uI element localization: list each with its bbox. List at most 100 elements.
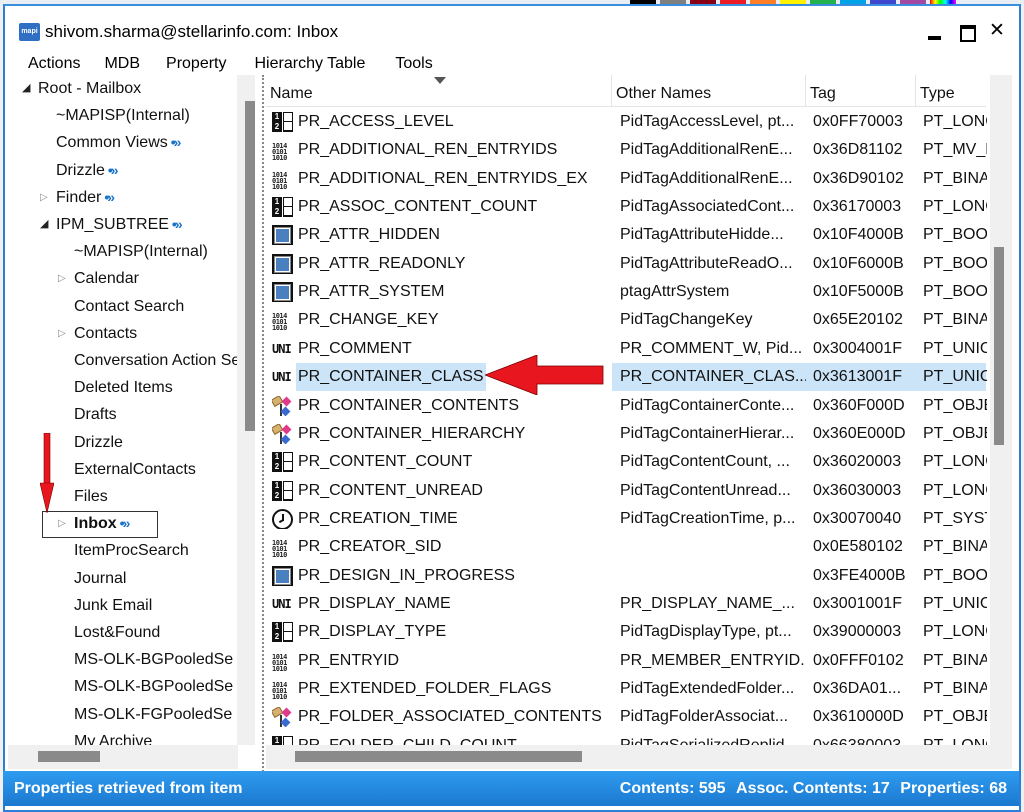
type-cell-text: PT_UNICODE <box>923 368 987 386</box>
list-horizontal-scroll-thumb[interactable] <box>295 751 582 762</box>
property-name-cell: PR_CONTAINER_HIERARCHY <box>296 420 612 448</box>
table-row[interactable]: 1 2 PR_ASSOC_CONTENT_COUNT PidTagAssociated… <box>266 193 987 221</box>
maximize-button[interactable] <box>953 18 981 44</box>
table-row[interactable]: PR_DESIGN_IN_PROGRESS 0x3FE4000B PT_BOOLEA… <box>266 562 987 590</box>
table-row[interactable]: 1 2 PR_CONTENT_COUNT PidTagContentCount, ..… <box>266 448 987 476</box>
long-property-icon: 12 <box>272 622 294 643</box>
table-row[interactable]: 12PR_FOLDER_CHILD_COUNT PidTagSerializedR… <box>266 732 987 745</box>
table-row[interactable]: UNI PR_DISPLAY_NAME PR_DISPLAY_NAME_... 0x3… <box>266 590 987 618</box>
tree-item-label: MS-OLK-FGPooledSe <box>74 701 232 728</box>
list-vertical-scroll-thumb[interactable] <box>994 247 1004 445</box>
boolean-property-icon <box>272 225 294 246</box>
type-cell-text: PT_LONG <box>923 737 987 745</box>
table-row[interactable]: PR_ATTR_HIDDEN PidTagAttributeHidde... 0x1… <box>266 221 987 249</box>
title-bar: mapi shivom.sharma@stellarinfo.com: Inbo… <box>5 6 1019 48</box>
table-row[interactable]: 1014 0101 1010 PR_ADDITIONAL_REN_ENTRYIDS_E… <box>266 165 987 193</box>
tree-item-label: Junk Email <box>74 592 152 619</box>
tree-item-label: Journal <box>74 565 126 592</box>
other-names-cell-text: PidTagContainerHierar... <box>620 424 795 442</box>
table-row[interactable]: PR_ATTR_READONLY PidTagAttributeReadO... 0… <box>266 250 987 278</box>
type-cell: PT_BOOLEAN <box>923 562 987 590</box>
folder-tree[interactable]: ◢ Root - Mailbox ~MAPISP(Internal) Common V… <box>8 73 255 745</box>
tree-item-text: Journal <box>74 569 127 587</box>
tree-item-text: Conversation Action Settings <box>74 352 255 369</box>
unicode-property-icon: UNI <box>272 596 292 611</box>
table-row[interactable]: 1 2 PR_CONTENT_UNREAD PidTagContentUnread..… <box>266 477 987 505</box>
table-row[interactable]: PR_CONTAINER_CONTENTS PidTagContainerCont… <box>266 392 987 420</box>
collapsed-toggle-icon[interactable]: ▷ <box>40 184 48 211</box>
table-row[interactable]: PR_CREATION_TIME PidTagCreationTime, p...… <box>266 505 987 533</box>
other-names-cell: PidTagAttributeReadO... <box>620 250 806 278</box>
tree-item-label: Lost&Found <box>74 619 160 646</box>
table-row[interactable]: 1014 0101 1010 PR_ADDITIONAL_REN_ENTRYIDS Pi… <box>266 136 987 164</box>
other-names-cell-text: PidTagAttributeHidde... <box>620 226 784 244</box>
tree-horizontal-scroll-thumb[interactable] <box>38 751 100 762</box>
table-row[interactable]: 1014 0101 1010 PR_CREATOR_SID 0x0E580102 PT_B… <box>266 533 987 561</box>
property-name-cell-text: PR_COMMENT <box>298 339 412 357</box>
other-names-cell-text: ptagAttrSystem <box>620 283 730 301</box>
table-row[interactable]: PR_ATTR_SYSTEM ptagAttrSystem 0x10F5000B PT… <box>266 278 987 306</box>
expanded-toggle-icon[interactable]: ◢ <box>40 211 48 238</box>
tag-cell-text: 0x3613001F <box>813 368 902 386</box>
property-name-cell: PR_ADDITIONAL_REN_ENTRYIDS <box>296 136 612 164</box>
pane-splitter[interactable] <box>262 75 265 775</box>
tag-cell: 0x36020003 <box>813 448 917 476</box>
property-name-cell-text: PR_CREATION_TIME <box>298 509 458 527</box>
column-header-tag[interactable]: Tag <box>806 75 916 107</box>
table-row[interactable]: UNI PR_COMMENT PR_COMMENT_W, Pid... 0x30040… <box>266 335 987 363</box>
tree-item-label: Drizzle <box>74 429 123 456</box>
column-header-type[interactable]: Type <box>916 75 986 107</box>
table-row-selected[interactable]: UNI PR_CONTAINER_CLASS PR_CONTAINER_CLAS..… <box>266 363 987 392</box>
other-names-cell: PR_MEMBER_ENTRYID... <box>620 647 806 675</box>
menu-hierarchy-table[interactable]: Hierarchy Table <box>255 50 366 78</box>
other-names-cell: PR_COMMENT_W, Pid... <box>620 335 806 363</box>
table-row[interactable]: PR_CONTAINER_HIERARCHY PidTagContainerHie… <box>266 420 987 448</box>
type-cell: PT_BOOLEAN <box>923 250 987 278</box>
red-arrow-left-annotation <box>485 355 604 395</box>
tag-cell-text: 0x3FE4000B <box>813 566 906 584</box>
tag-cell: 0x360F000D <box>813 392 917 420</box>
tag-cell: 0x0FF70003 <box>813 108 917 136</box>
expanded-toggle-icon[interactable]: ◢ <box>22 75 30 102</box>
type-cell-text: PT_BINARY <box>923 538 987 556</box>
tag-cell-text: 0x30070040 <box>813 509 902 527</box>
collapsed-toggle-icon[interactable]: ▷ <box>58 265 66 292</box>
collapsed-toggle-icon[interactable]: ▷ <box>58 320 66 347</box>
type-cell: PT_BOOLEAN <box>923 221 987 249</box>
window-title: shivom.sharma@stellarinfo.com: Inbox <box>45 22 339 41</box>
tag-cell: 0x65E20102 <box>813 306 917 334</box>
status-contents-count: Contents: 595 <box>619 780 726 797</box>
list-header: Name Other Names Tag Type <box>266 75 986 107</box>
close-button[interactable]: ✕ <box>983 18 1011 44</box>
type-cell-text: PT_MV_BINARY <box>923 141 987 159</box>
other-names-cell: PR_DISPLAY_NAME_... <box>620 590 806 618</box>
table-row[interactable]: 1014 0101 1010 PR_CHANGE_KEY PidTagChangeKey… <box>266 306 987 334</box>
tree-vertical-scroll-thumb[interactable] <box>245 101 255 431</box>
sort-arrow-icon <box>434 77 446 84</box>
tag-cell: 0x30070040 <box>813 505 917 533</box>
long-property-icon: 12 <box>272 112 294 132</box>
menu-tools[interactable]: Tools <box>395 50 432 78</box>
property-name-cell-text: PR_CHANGE_KEY <box>298 311 439 329</box>
minimize-button[interactable] <box>921 18 949 44</box>
tree-item-label: MS-OLK-BGPooledSe <box>74 673 233 700</box>
boolean-property-icon <box>272 282 294 303</box>
unicode-property-icon: UNI <box>272 370 292 385</box>
property-name-cell: PR_CONTENT_UNREAD <box>296 477 612 505</box>
table-row[interactable]: 1 2 PR_ACCESS_LEVEL PidTagAccessLevel, pt..… <box>266 108 987 136</box>
tag-cell-text: 0x360F000D <box>813 396 905 414</box>
column-header-other-names[interactable]: Other Names <box>612 75 806 107</box>
type-cell-text: PT_LONG <box>923 453 987 471</box>
other-names-cell: PidTagSerializedReplid... <box>620 732 806 745</box>
type-cell-text: PT_BOOLEAN <box>923 226 987 244</box>
other-names-cell: PidTagFolderAssociat... <box>620 703 806 731</box>
type-cell-text: PT_BOOLEAN <box>923 254 987 272</box>
other-names-cell: PidTagContainerHierar... <box>620 420 806 448</box>
type-cell: PT_BINARY <box>923 675 987 703</box>
table-row[interactable]: PR_FOLDER_ASSOCIATED_CONTENTS PidTagFolde… <box>266 703 987 731</box>
table-row[interactable]: 1014 0101 1010 PR_EXTENDED_FOLDER_FLAGS PidT… <box>266 675 987 703</box>
tag-cell-text: 0x36030003 <box>813 481 902 499</box>
table-row[interactable]: 1 2 PR_DISPLAY_TYPE PidTagDisplayType, pt..… <box>266 618 987 646</box>
table-row[interactable]: 1014 0101 1010 PR_ENTRYID PR_MEMBER_ENTRYID.… <box>266 647 987 675</box>
object-property-icon <box>272 395 294 416</box>
